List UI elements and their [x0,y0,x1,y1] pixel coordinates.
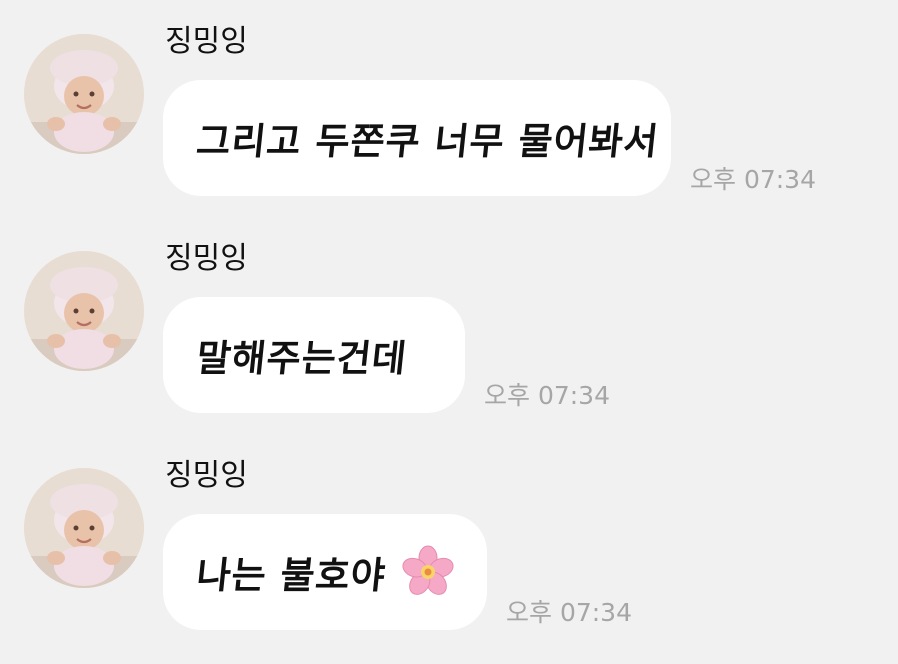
message-text: 나는 불호야 [194,554,388,597]
message-bubble[interactable]: 말해주는건데 [163,297,465,413]
message-text: 말해주는건데 [194,337,410,380]
avatar[interactable] [24,34,144,154]
message-bubble[interactable]: 그리고 두쫀쿠 너무 물어봐서 [163,80,671,196]
avatar[interactable] [24,468,144,588]
message-content: 나는 불호야 [194,544,456,600]
baby-photo-icon [24,468,144,588]
message-bubble[interactable]: 나는 불호야 [163,514,487,630]
baby-photo-icon [24,251,144,371]
avatar[interactable] [24,251,144,371]
cherry-blossom-icon [400,544,456,600]
message-timestamp: 오후 07:34 [506,598,632,627]
sender-name: 징밍잉 [165,458,248,493]
sender-name: 징밍잉 [165,241,248,276]
message-text: 그리고 두쫀쿠 너무 물어봐서 [194,120,662,163]
baby-photo-icon [24,34,144,154]
message-timestamp: 오후 07:34 [690,165,816,194]
message-timestamp: 오후 07:34 [484,381,610,410]
sender-name: 징밍잉 [165,24,248,59]
